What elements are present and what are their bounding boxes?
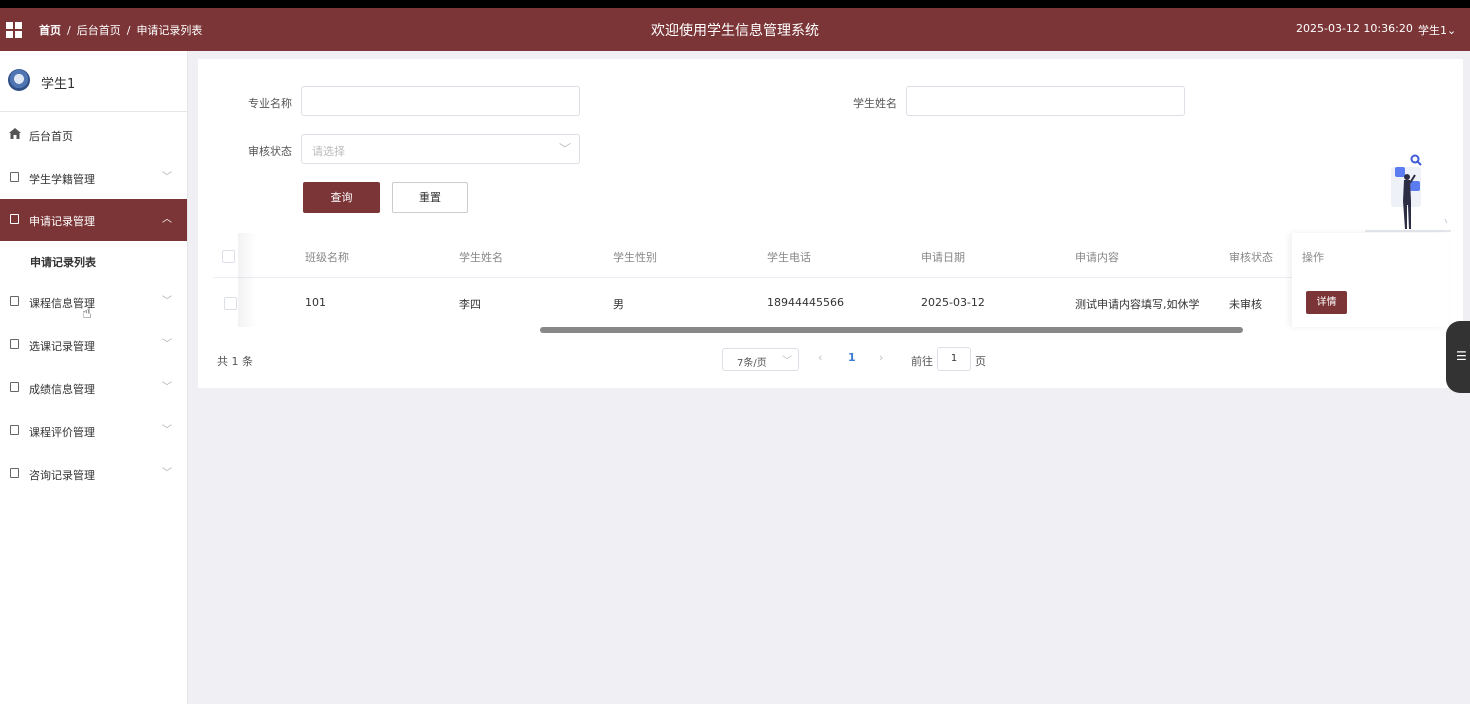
folder-icon (10, 468, 19, 478)
table-cell-class: 101 (305, 296, 326, 309)
sidebar-item-consultation[interactable]: 咨询记录管理 ﹀ (0, 453, 187, 495)
page-size-value: 7条/页 (737, 358, 767, 369)
query-button[interactable]: 查询 (303, 182, 380, 213)
folder-icon (10, 296, 19, 306)
current-datetime: 2025-03-12 10:36:20 (1296, 22, 1413, 35)
table-cell-phone: 18944445566 (767, 296, 844, 309)
detail-button[interactable]: 详情 (1306, 291, 1347, 314)
horizontal-scrollbar[interactable] (540, 327, 1243, 333)
sidebar-item-label: 选课记录管理 (29, 340, 95, 353)
chevron-down-icon: ﹀ (162, 339, 172, 350)
search-illustration-icon (1365, 154, 1451, 232)
sidebar-item-application-records[interactable]: 申请记录管理 ︿ (0, 199, 187, 241)
sidebar: 学生1 后台首页 学生学籍管理 ﹀ 申请记录管理 ︿ 申请记录列表 课程信息管理… (0, 51, 188, 704)
sidebar-subitem-application-list[interactable]: 申请记录列表 (0, 241, 187, 281)
top-header: 首页 / 后台首页 / 申请记录列表 欢迎使用学生信息管理系统 2025-03-12 1… (0, 8, 1470, 51)
column-header[interactable]: 审核状态 (1229, 249, 1273, 265)
avatar (8, 69, 30, 91)
folder-icon (10, 425, 19, 435)
major-input[interactable] (301, 86, 580, 116)
sidebar-item-grades[interactable]: 成绩信息管理 ﹀ (0, 367, 187, 409)
side-drawer-toggle[interactable]: ☰ (1446, 321, 1470, 393)
table-row: 101 李四 男 18944445566 2025-03-12 测试申请内容填写… (213, 278, 1448, 326)
status-label: 审核状态 (248, 145, 292, 158)
sidebar-user-name: 学生1 (41, 77, 76, 92)
student-name-label: 学生姓名 (853, 97, 897, 110)
sidebar-item-label: 成绩信息管理 (29, 383, 95, 396)
sidebar-item-dashboard[interactable]: 后台首页 (0, 114, 187, 156)
table-cell-gender: 男 (613, 298, 624, 311)
sidebar-item-course-evaluation[interactable]: 课程评价管理 ﹀ (0, 410, 187, 452)
folder-icon (10, 382, 19, 392)
sidebar-item-course-info[interactable]: 课程信息管理 ﹀ (0, 281, 187, 323)
column-header[interactable]: 申请日期 (921, 249, 965, 265)
row-checkbox[interactable] (224, 297, 237, 310)
chevron-up-icon: ︿ (162, 214, 172, 225)
chevron-down-icon: ﹀ (162, 296, 172, 307)
column-header[interactable]: 申请内容 (1075, 249, 1119, 265)
major-label: 专业名称 (248, 97, 292, 110)
sidebar-item-label: 申请记录管理 (29, 215, 95, 228)
total-count: 共 1 条 (217, 355, 253, 368)
sidebar-user: 学生1 (0, 51, 187, 112)
reset-button[interactable]: 重置 (392, 182, 468, 213)
main-panel: 专业名称 学生姓名 审核状态 请选择 ﹀ 查询 重置 班级名称 学生姓名 学生性… (198, 59, 1463, 388)
chevron-down-icon: ﹀ (162, 425, 172, 436)
sidebar-item-label: 学生学籍管理 (29, 173, 95, 186)
current-page[interactable]: 1 (848, 351, 856, 364)
column-header[interactable]: 学生性别 (613, 249, 657, 265)
window-top-strip (0, 0, 1470, 8)
status-select-placeholder: 请选择 (312, 145, 345, 158)
goto-label: 前往 (911, 355, 933, 368)
list-icon: ☰ (1456, 349, 1467, 363)
chevron-down-icon: ﹀ (162, 382, 172, 393)
sidebar-item-label: 课程评价管理 (29, 426, 95, 439)
chevron-down-icon: ﹀ (782, 356, 792, 367)
sidebar-item-course-selection[interactable]: 选课记录管理 ﹀ (0, 324, 187, 366)
student-name-input[interactable] (906, 86, 1185, 116)
sidebar-subitem-label: 申请记录列表 (30, 256, 96, 269)
table-cell-date: 2025-03-12 (921, 296, 985, 309)
page-size-select[interactable]: 7条/页 ﹀ (722, 348, 799, 371)
prev-page-icon[interactable]: ‹ (818, 351, 822, 364)
home-icon (9, 128, 21, 139)
hand-cursor-icon: ☝ (82, 303, 92, 322)
status-select[interactable]: 请选择 ﹀ (301, 134, 580, 164)
sidebar-item-label: 咨询记录管理 (29, 469, 95, 482)
folder-icon (10, 214, 19, 224)
sidebar-item-student-records[interactable]: 学生学籍管理 ﹀ (0, 157, 187, 199)
chevron-down-icon: ﹀ (162, 172, 172, 183)
select-all-checkbox[interactable] (222, 250, 235, 263)
table-cell-name: 李四 (459, 298, 481, 311)
table-cell-content: 测试申请内容填写,如休学 (1075, 298, 1200, 311)
folder-icon (10, 339, 19, 349)
column-header-action: 操作 (1302, 251, 1324, 264)
column-header[interactable]: 学生电话 (767, 249, 811, 265)
table-header: 班级名称 学生姓名 学生性别 学生电话 申请日期 申请内容 审核状态 (213, 233, 1448, 278)
sidebar-item-label: 后台首页 (29, 130, 73, 143)
page-unit-label: 页 (975, 355, 986, 368)
goto-page-input[interactable]: 1 (937, 347, 971, 371)
fixed-column-shadow (238, 233, 256, 327)
folder-icon (10, 172, 19, 182)
chevron-down-icon: ﹀ (558, 142, 571, 156)
user-dropdown[interactable]: 学生1⌄ (1418, 22, 1456, 38)
table-cell-status: 未审核 (1229, 298, 1262, 311)
chevron-down-icon: ﹀ (162, 468, 172, 479)
column-header[interactable]: 班级名称 (305, 249, 349, 265)
next-page-icon[interactable]: › (879, 351, 883, 364)
system-title: 欢迎使用学生信息管理系统 (651, 23, 819, 39)
column-header[interactable]: 学生姓名 (459, 249, 503, 265)
